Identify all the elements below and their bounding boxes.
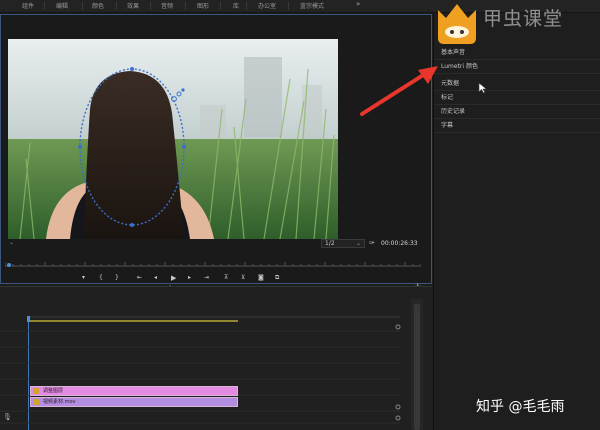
workspace-divider [82, 2, 83, 10]
workspace-divider [246, 2, 247, 10]
annotation-arrow [360, 66, 438, 116]
transport-controls: ▾ { } ⇤ ◂ ▶ ▸ ⇥ ⊼ ⊻ ◙ ⧉ fx + [1, 269, 433, 292]
play-icon[interactable]: ▶ [171, 274, 176, 282]
panel-item-lumetri-color[interactable]: Lumetri 颜色 [434, 60, 600, 74]
workspace-tab-graphics[interactable]: 图形 [197, 1, 209, 10]
clip-label: 调整图层 [43, 388, 64, 394]
program-monitor: ⌄ 1/2 ⌄ ✑ 00:00:26:33 ▾ { } ⇤ ◂ ▶ ▸ ⇥ ⊼ … [0, 14, 433, 292]
monitor-status-bar: ⌄ 1/2 ⌄ ✑ 00:00:26:33 [1, 238, 433, 250]
export-frame-icon[interactable]: ◙ [258, 274, 264, 282]
microphone-icon[interactable]: 🎙 [3, 413, 12, 421]
resolution-value: 1/2 [325, 240, 335, 247]
clip-video[interactable]: 视频素材.mov [30, 397, 238, 407]
scroll-end-handle [395, 324, 401, 330]
playhead-marker[interactable] [7, 263, 11, 267]
timeline-tracks [0, 316, 401, 430]
workspace-tab-effects[interactable]: 效果 [127, 1, 139, 10]
add-marker-icon[interactable]: ▾ [82, 274, 85, 282]
workspace-divider [220, 2, 221, 10]
scrollbar-thumb[interactable] [414, 304, 420, 430]
panel-item-history[interactable]: 历史记录 [434, 105, 600, 119]
resolution-select[interactable]: 1/2 ⌄ [321, 239, 365, 248]
mark-in-icon[interactable]: { [99, 274, 103, 282]
step-forward-icon[interactable]: ▸ [188, 274, 191, 282]
panel-item-captions[interactable]: 字幕 [434, 119, 600, 133]
step-back-icon[interactable]: ◂ [154, 274, 157, 282]
workspace-tab-assembly[interactable]: 组件 [22, 1, 34, 10]
more-workspaces-icon[interactable]: » [356, 0, 360, 8]
wrench-icon[interactable]: ✑ [369, 239, 375, 247]
workspace-tab-mode[interactable]: 蓝宗模式 [300, 1, 324, 10]
panel-list: 基本声音 Lumetri 颜色 元数据 标记 历史记录 字幕 [433, 14, 600, 430]
timeline-panel: 调整图层 视频素材.mov 🎙 [0, 286, 432, 430]
workspace-tab-color[interactable]: 颜色 [92, 1, 104, 10]
monitor-time-ruler[interactable] [5, 261, 421, 267]
workspace-divider [185, 2, 186, 10]
fx-badge-icon [33, 388, 39, 394]
workspace-divider [288, 2, 289, 10]
logo-text: 甲虫课堂 [483, 8, 564, 30]
fx-badge-icon [33, 399, 39, 405]
timecode[interactable]: 00:00:26:33 [381, 240, 418, 247]
video-still [8, 39, 338, 239]
timeline-scrollbar[interactable] [411, 299, 423, 430]
go-to-in-icon[interactable]: ⇤ [137, 274, 142, 282]
author-watermark: 知乎 @毛毛雨 [476, 399, 565, 415]
lift-icon[interactable]: ⊼ [224, 274, 228, 282]
chevron-down-icon[interactable]: ⌄ [9, 239, 14, 246]
beetle-logo-icon [438, 4, 476, 44]
extract-icon[interactable]: ⊻ [241, 274, 245, 282]
workspace-divider [44, 2, 45, 10]
workspace-tab-audio[interactable]: 音频 [161, 1, 173, 10]
panel-item-metadata[interactable]: 元数据 [434, 77, 600, 91]
workspace-tab-libraries[interactable]: 库 [233, 1, 239, 10]
clip-label: 视频素材.mov [43, 399, 76, 405]
scroll-end-handle [395, 404, 401, 410]
cursor-icon [478, 82, 488, 94]
workspace-divider [116, 2, 117, 10]
button-editor-icon[interactable]: ⧉ [275, 274, 279, 282]
workspace-divider [150, 2, 151, 10]
workspace-tab-office[interactable]: 办公室 [258, 1, 276, 10]
go-to-out-icon[interactable]: ⇥ [204, 274, 209, 282]
workspace-tab-edit[interactable]: 编辑 [56, 1, 68, 10]
scroll-end-handle [395, 415, 401, 421]
panel-item-essential-sound[interactable]: 基本声音 [434, 46, 600, 60]
mark-out-icon[interactable]: } [115, 274, 119, 282]
clip-adjustment-layer[interactable]: 调整图层 [30, 386, 238, 396]
chevron-down-icon: ⌄ [355, 240, 361, 247]
panel-item-markers[interactable]: 标记 [434, 91, 600, 105]
video-frame [8, 39, 338, 239]
